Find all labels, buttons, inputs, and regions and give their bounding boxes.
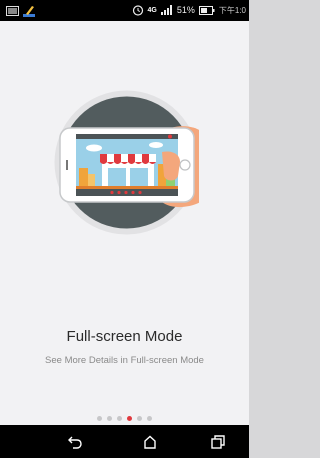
- thumb-icon: [162, 151, 180, 181]
- battery-percent: 51%: [176, 5, 195, 15]
- home-icon: [144, 435, 156, 449]
- home-button[interactable]: [141, 433, 159, 451]
- back-button[interactable]: [66, 433, 84, 451]
- clock: 下午1:0: [218, 5, 246, 15]
- recent-apps-icon: [211, 435, 225, 449]
- back-icon: [68, 436, 82, 449]
- page-dot[interactable]: [97, 416, 102, 421]
- page-title: Full-screen Mode: [66, 328, 183, 345]
- signal-icon: [160, 3, 173, 17]
- page-dot[interactable]: [117, 416, 122, 421]
- page-subtitle: See More Details in Full-screen Mode: [45, 355, 204, 366]
- image-icon: [6, 4, 19, 18]
- onboarding-page[interactable]: Full-screen Mode See More Details in Ful…: [0, 21, 249, 421]
- battery-icon: [198, 3, 215, 17]
- page-dot[interactable]: [137, 416, 142, 421]
- recent-apps-button[interactable]: [209, 433, 227, 451]
- alarm-icon: [132, 3, 144, 17]
- status-bar: 4G 51% 下午1:0: [0, 0, 249, 21]
- page-dot[interactable]: [107, 416, 112, 421]
- phone-screen: 4G 51% 下午1:0 Full-screen Mode See More D…: [0, 0, 249, 458]
- page-indicator: [0, 416, 249, 421]
- page-dot[interactable]: [147, 416, 152, 421]
- page-dot-active[interactable]: [127, 416, 132, 421]
- paint-icon: [23, 4, 36, 18]
- network-type: 4G: [147, 6, 157, 14]
- navigation-bar: [0, 425, 249, 458]
- full-screen-illustration: [54, 90, 199, 235]
